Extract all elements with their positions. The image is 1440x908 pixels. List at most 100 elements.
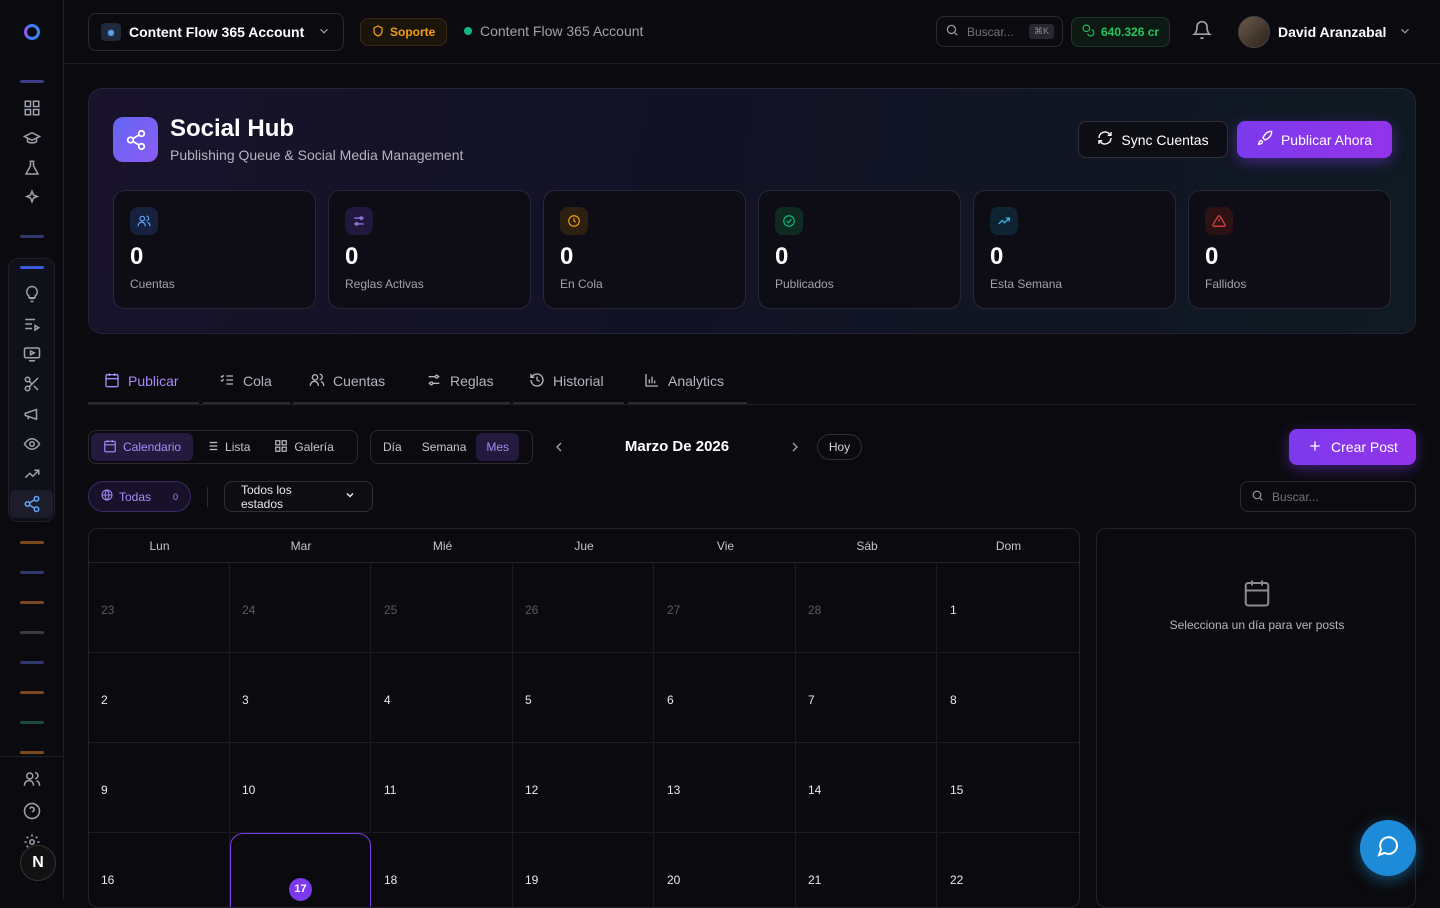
message-circle-icon xyxy=(1376,834,1400,863)
tab-reglas[interactable]: Reglas xyxy=(410,360,510,404)
calendar-day[interactable]: 8 xyxy=(938,653,1079,743)
trending-up-icon[interactable] xyxy=(20,462,44,486)
day-number: 1 xyxy=(950,603,957,617)
calendar-day[interactable]: 24 xyxy=(230,563,371,653)
stat-value: 0 xyxy=(775,243,789,270)
chevron-left-icon[interactable] xyxy=(551,439,567,455)
create-post-button[interactable]: Crear Post xyxy=(1289,429,1416,465)
sync-label: Sync Cuentas xyxy=(1121,131,1209,148)
view-calendar-button[interactable]: Calendario xyxy=(91,433,194,461)
list-play-icon[interactable] xyxy=(20,312,44,336)
post-search-input[interactable]: Buscar... xyxy=(1240,481,1416,512)
range-month-button[interactable]: Mes xyxy=(476,433,520,461)
day-number: 13 xyxy=(667,783,681,797)
support-button[interactable]: Soporte xyxy=(360,18,448,46)
lightbulb-icon[interactable] xyxy=(20,282,44,306)
workspace-avatar[interactable]: N xyxy=(20,845,56,881)
weekday-header: Dom xyxy=(995,538,1022,553)
scissors-icon[interactable] xyxy=(20,372,44,396)
calendar-icon xyxy=(1242,578,1272,608)
calendar-day[interactable]: 28 xyxy=(796,563,937,653)
calendar-day[interactable]: 5 xyxy=(513,653,654,743)
stat-card-failed: 0 Fallidos xyxy=(1188,190,1391,309)
coins-icon xyxy=(1082,24,1095,40)
calendar-day[interactable]: 7 xyxy=(796,653,937,743)
sidebar-divider xyxy=(20,601,44,604)
team-icon[interactable] xyxy=(20,767,44,791)
calendar-day[interactable]: 25 xyxy=(372,563,513,653)
range-week-button[interactable]: Semana xyxy=(412,433,477,461)
sync-accounts-button[interactable]: Sync Cuentas xyxy=(1078,121,1228,158)
help-icon[interactable] xyxy=(20,799,44,823)
calendar-day[interactable]: 18 xyxy=(372,833,513,907)
view-gallery-button[interactable]: Galería xyxy=(262,433,345,461)
user-menu[interactable]: David Aranzabal xyxy=(1238,16,1412,48)
view-switcher: Calendario Lista Galería xyxy=(88,430,358,464)
dashboard-icon[interactable] xyxy=(20,96,44,120)
account-switcher[interactable]: ◉ Content Flow 365 Account xyxy=(88,13,344,51)
day-number: 15 xyxy=(950,783,964,797)
publish-now-button[interactable]: Publicar Ahora xyxy=(1237,121,1392,158)
calendar-day[interactable]: 20 xyxy=(655,833,796,907)
calendar-day-today[interactable]: 17 xyxy=(230,833,371,907)
megaphone-icon[interactable] xyxy=(20,402,44,426)
calendar-day[interactable]: 16 xyxy=(89,833,230,907)
calendar-day[interactable]: 3 xyxy=(230,653,371,743)
calendar-day[interactable]: 19 xyxy=(513,833,654,907)
tab-cuentas[interactable]: Cuentas xyxy=(293,360,410,404)
calendar-day[interactable]: 12 xyxy=(513,743,654,833)
app-logo[interactable] xyxy=(24,24,40,40)
credits-badge[interactable]: 640.326 cr xyxy=(1071,17,1171,47)
monitor-play-icon[interactable] xyxy=(20,342,44,366)
eye-icon[interactable] xyxy=(20,432,44,456)
sidebar-divider xyxy=(20,541,44,544)
tab-label: Cola xyxy=(243,373,272,389)
tab-analytics[interactable]: Analytics xyxy=(628,360,747,404)
chat-support-button[interactable] xyxy=(1360,820,1416,876)
sparkles-icon[interactable] xyxy=(20,186,44,210)
share-icon[interactable] xyxy=(20,492,44,516)
calendar-day[interactable]: 2 xyxy=(89,653,230,743)
search-shortcut: ⌘K xyxy=(1028,24,1054,39)
calendar-day[interactable]: 11 xyxy=(372,743,513,833)
flask-icon[interactable] xyxy=(20,156,44,180)
calendar-day[interactable]: 21 xyxy=(796,833,937,907)
day-number: 16 xyxy=(101,873,115,887)
tab-publicar[interactable]: Publicar xyxy=(88,360,199,404)
calendar-day[interactable]: 4 xyxy=(372,653,513,743)
day-number: 19 xyxy=(525,873,539,887)
calendar-day[interactable]: 6 xyxy=(655,653,796,743)
calendar-day[interactable]: 27 xyxy=(655,563,796,653)
range-day-button[interactable]: Día xyxy=(373,433,412,461)
calendar-day[interactable]: 23 xyxy=(89,563,230,653)
calendar-day[interactable]: 10 xyxy=(230,743,371,833)
calendar-day[interactable]: 13 xyxy=(655,743,796,833)
stat-card-this-week: 0 Esta Semana xyxy=(973,190,1176,309)
tab-label: Analytics xyxy=(668,373,725,389)
tab-historial[interactable]: Historial xyxy=(513,360,624,404)
calendar-day[interactable]: 14 xyxy=(796,743,937,833)
view-list-button[interactable]: Lista xyxy=(193,433,262,461)
sidebar: N xyxy=(0,0,64,900)
graduation-cap-icon[interactable] xyxy=(20,126,44,150)
global-search[interactable]: Buscar... ⌘K xyxy=(936,16,1063,47)
day-number: 2 xyxy=(101,693,108,707)
calendar-day[interactable]: 26 xyxy=(513,563,654,653)
stat-label: En Cola xyxy=(560,277,603,291)
calendar-day[interactable]: 22 xyxy=(938,833,1079,907)
range-switcher: Día Semana Mes xyxy=(370,430,533,464)
bell-icon[interactable] xyxy=(1191,20,1216,44)
calendar-day[interactable]: 1 xyxy=(938,563,1079,653)
calendar-day[interactable]: 15 xyxy=(938,743,1079,833)
calendar-day[interactable]: 9 xyxy=(89,743,230,833)
search-icon xyxy=(1251,489,1264,505)
tab-cola[interactable]: Cola xyxy=(203,360,290,404)
chevron-down-icon xyxy=(344,489,356,504)
status-select[interactable]: Todos los estados xyxy=(224,481,373,512)
calendar-icon xyxy=(103,439,117,456)
today-button[interactable]: Hoy xyxy=(817,434,862,460)
chevron-right-icon[interactable] xyxy=(787,439,803,455)
social-hub-header: Social Hub Publishing Queue & Social Med… xyxy=(88,88,1416,334)
sidebar-divider xyxy=(20,266,44,269)
filter-all-chip[interactable]: Todas 0 xyxy=(88,481,191,512)
